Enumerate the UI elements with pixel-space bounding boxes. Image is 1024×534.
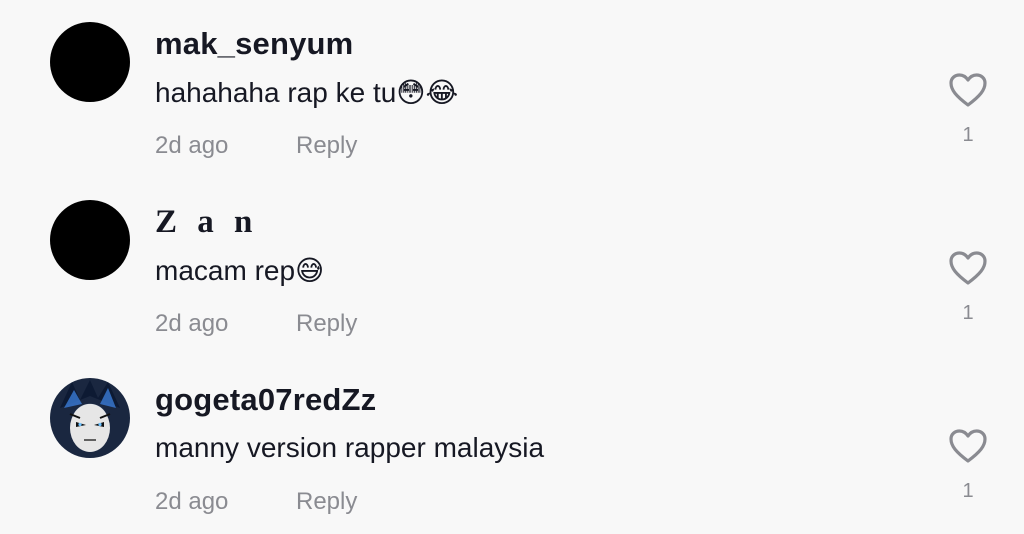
comment-item: Z a n macam rep😅 2d ago Reply 1 <box>0 178 1024 356</box>
comment-text: macam rep😅 <box>155 255 325 286</box>
avatar[interactable] <box>50 22 130 102</box>
heart-icon[interactable] <box>948 250 988 286</box>
avatar[interactable] <box>50 200 130 280</box>
comment-timestamp: 2d ago <box>155 488 229 515</box>
comment-item: gogeta07redZz manny version rapper malay… <box>0 356 1024 534</box>
comment-username[interactable]: mak_senyum <box>155 26 353 62</box>
like-count: 1 <box>962 480 974 502</box>
like-count: 1 <box>962 124 974 146</box>
comment-timestamp: 2d ago <box>155 310 229 337</box>
comment-username[interactable]: Z a n <box>155 204 258 241</box>
reply-button[interactable]: Reply <box>296 310 357 338</box>
avatar-illustration <box>60 380 120 452</box>
comment-text: manny version rapper malaysia <box>155 432 545 463</box>
reply-button[interactable]: Reply <box>296 132 357 160</box>
avatar[interactable] <box>50 378 130 458</box>
heart-icon[interactable] <box>948 72 988 108</box>
like-count: 1 <box>962 302 974 324</box>
comment-item: mak_senyum hahahaha rap ke tu😳😂 2d ago R… <box>0 0 1024 178</box>
comment-timestamp: 2d ago <box>155 132 229 159</box>
comment-list: mak_senyum hahahaha rap ke tu😳😂 2d ago R… <box>0 0 1024 534</box>
comment-text: hahahaha rap ke tu😳😂 <box>155 77 459 108</box>
comment-username[interactable]: gogeta07redZz <box>155 382 376 418</box>
reply-button[interactable]: Reply <box>296 488 357 516</box>
heart-icon[interactable] <box>948 428 988 464</box>
